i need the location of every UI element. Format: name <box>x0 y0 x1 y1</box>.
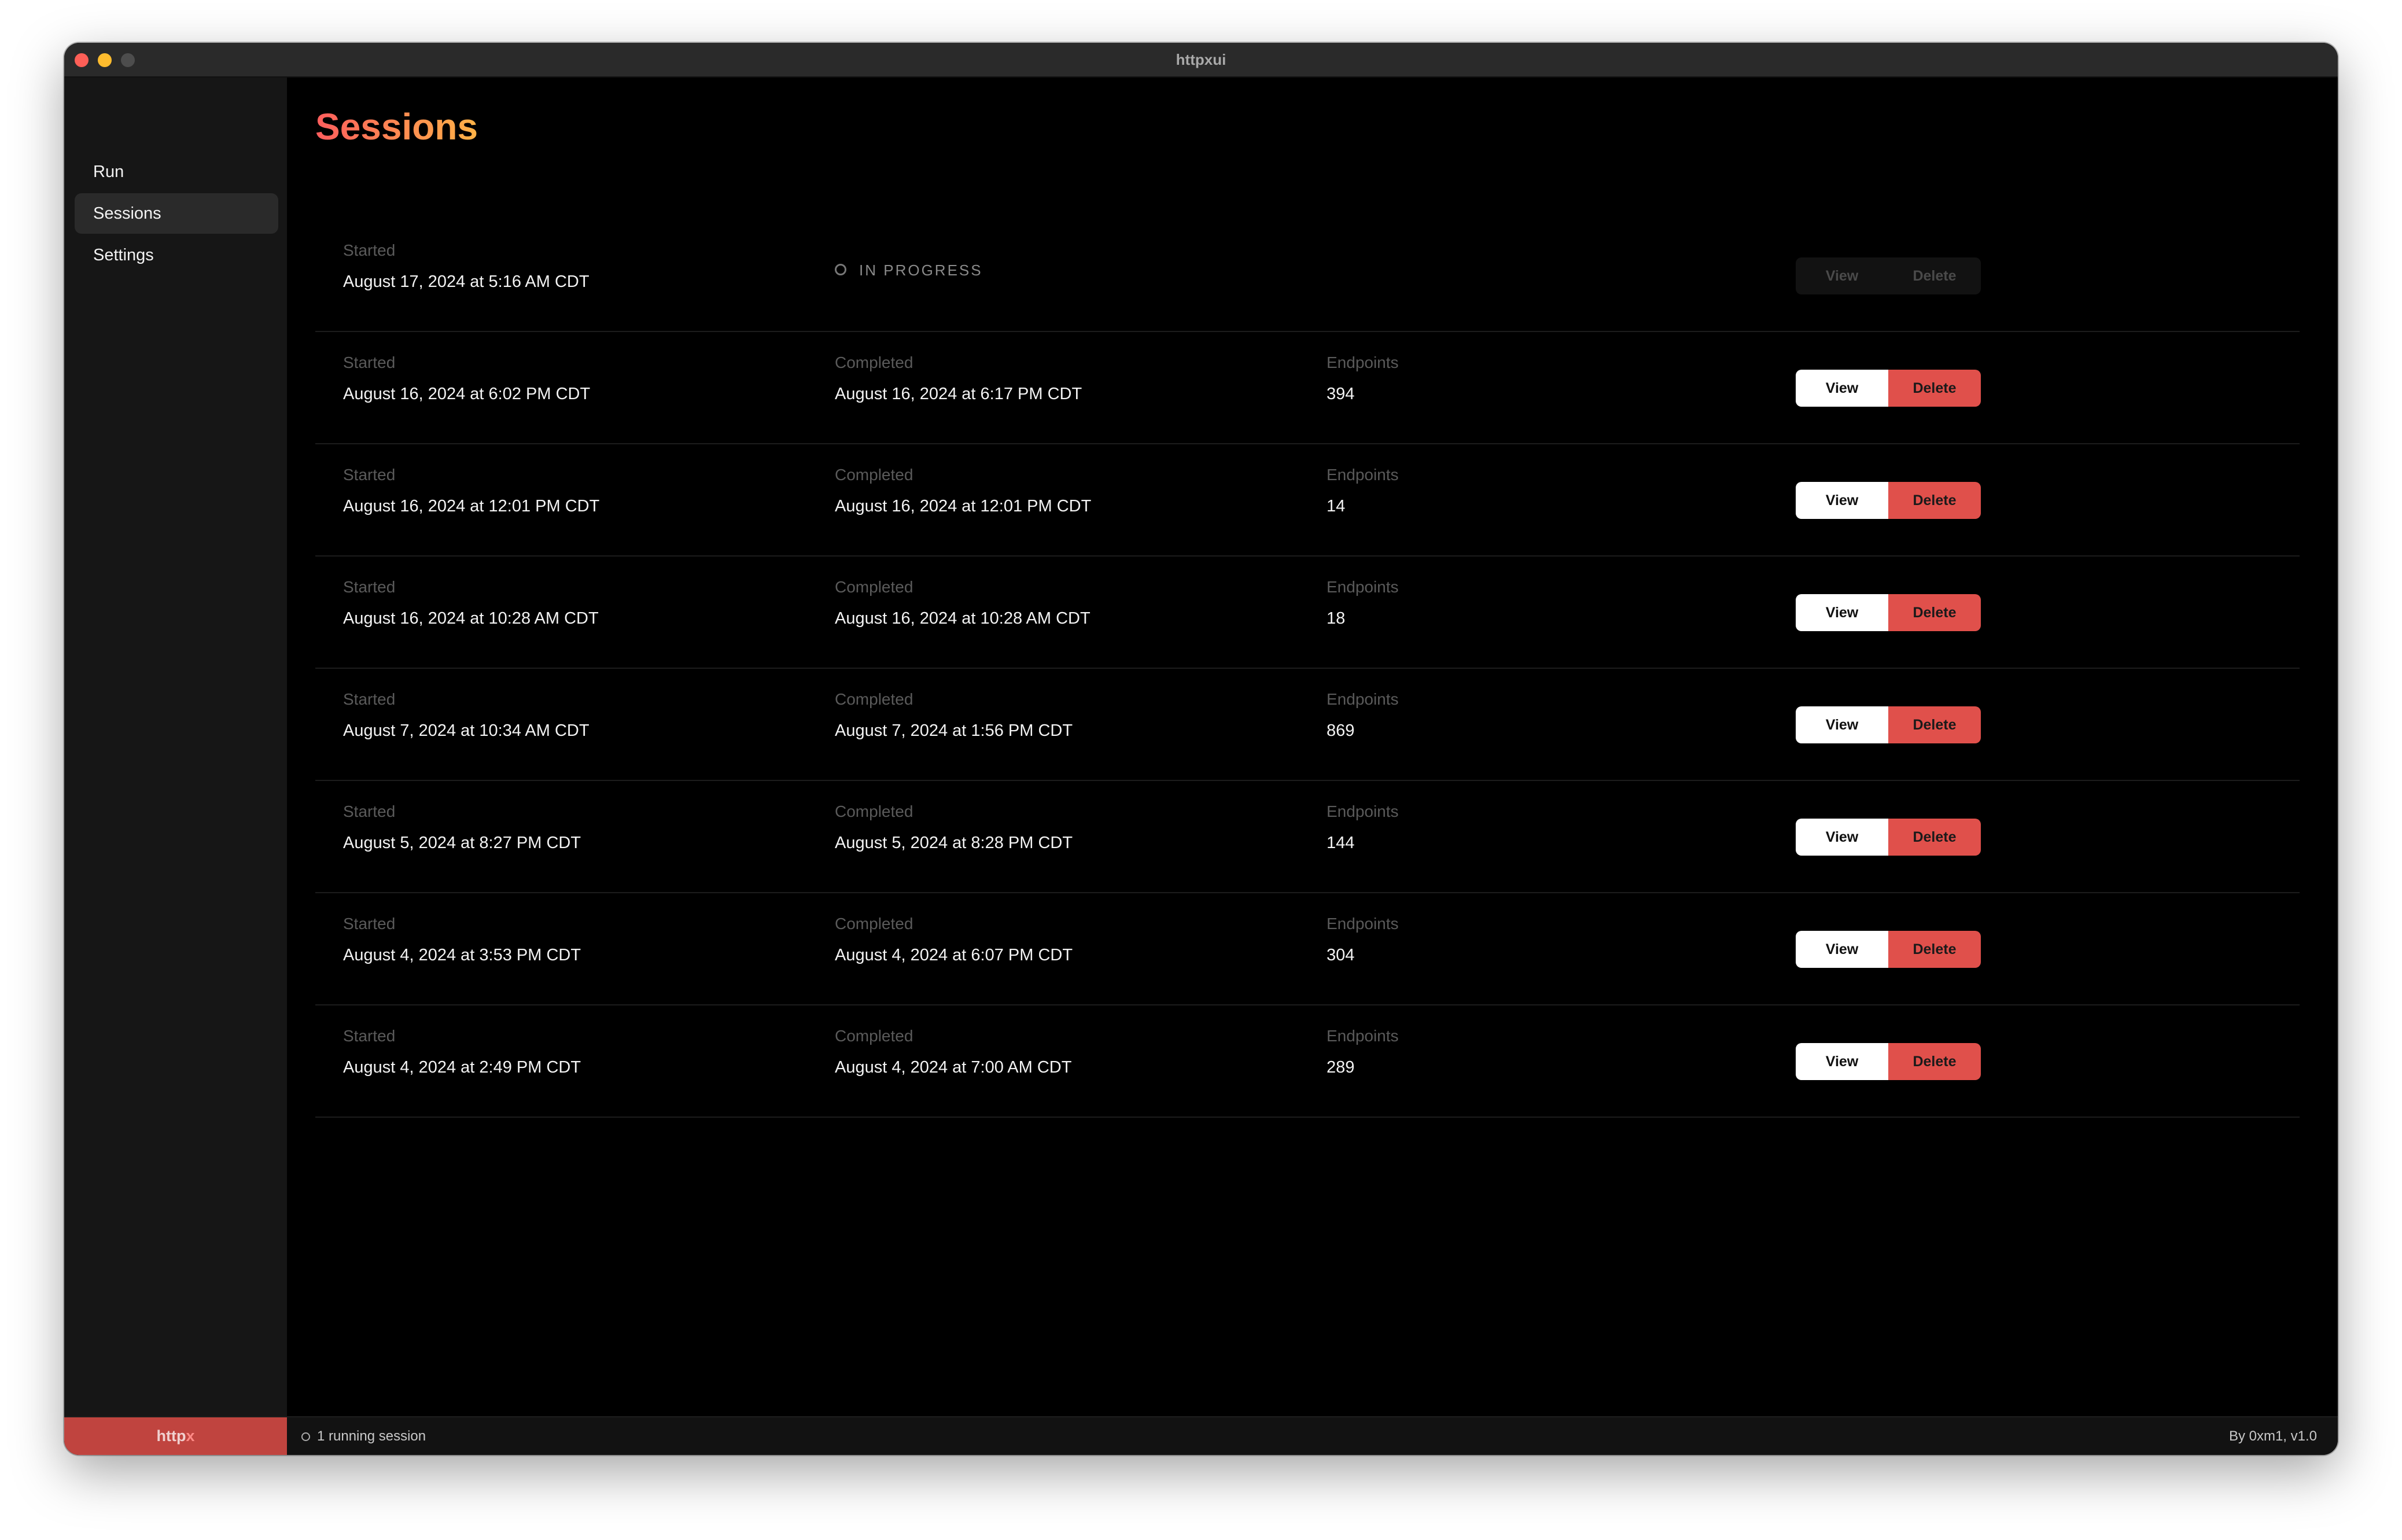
started-value: August 16, 2024 at 12:01 PM CDT <box>343 497 600 515</box>
delete-session-button: Delete <box>1888 257 1981 294</box>
window-title: httpxui <box>1176 51 1226 68</box>
started-label: Started <box>343 466 396 484</box>
sessions-panel: Sessions Started August 17, 2024 at 5:16 … <box>287 78 2338 1417</box>
session-row: Started August 4, 2024 at 2:49 PM CDT Comp… <box>315 1005 2300 1118</box>
status-bar: httpx 1 running session By 0xm1, v1.0 <box>64 1416 2338 1455</box>
endpoints-value: 289 <box>1327 1058 1355 1077</box>
endpoints-label: Endpoints <box>1327 578 1399 596</box>
endpoints-value: 144 <box>1327 834 1355 852</box>
delete-session-button[interactable]: Delete <box>1888 931 1981 968</box>
endpoints-value: 304 <box>1327 946 1355 964</box>
started-value: August 7, 2024 at 10:34 AM CDT <box>343 721 590 740</box>
sidebar-item-sessions[interactable]: Sessions <box>75 193 278 234</box>
app-window: httpxui Run Sessions Settings Sessions S… <box>64 43 2338 1455</box>
endpoints-value: 18 <box>1327 609 1346 628</box>
session-actions: View Delete <box>1796 257 1981 294</box>
view-session-button[interactable]: View <box>1796 819 1888 856</box>
sidebar-item-run[interactable]: Run <box>75 152 278 192</box>
completed-value: August 4, 2024 at 6:07 PM CDT <box>835 946 1073 964</box>
title-bar: httpxui <box>64 43 2338 78</box>
endpoints-label: Endpoints <box>1327 915 1399 933</box>
sidebar: Run Sessions Settings <box>64 78 287 1417</box>
view-session-button[interactable]: View <box>1796 931 1888 968</box>
completed-label: Completed <box>835 353 913 371</box>
endpoints-label: Endpoints <box>1327 690 1399 708</box>
session-row: Started August 7, 2024 at 10:34 AM CDT Com… <box>315 669 2300 781</box>
started-label: Started <box>343 915 396 933</box>
endpoints-label: Endpoints <box>1327 1027 1399 1045</box>
completed-label: Completed <box>835 1027 913 1045</box>
started-value: August 16, 2024 at 10:28 AM CDT <box>343 609 599 628</box>
progress-ring-icon <box>835 264 846 276</box>
started-label: Started <box>343 241 396 259</box>
version-label: By 0xm1, v1.0 <box>2228 1428 2317 1444</box>
delete-session-button[interactable]: Delete <box>1888 706 1981 743</box>
session-actions: View Delete <box>1796 370 1981 407</box>
page-title: Sessions <box>315 101 478 153</box>
completed-label: Completed <box>835 466 913 484</box>
endpoints-value: 14 <box>1327 497 1346 515</box>
started-value: August 4, 2024 at 2:49 PM CDT <box>343 1058 581 1077</box>
sidebar-item-settings[interactable]: Settings <box>75 235 278 275</box>
view-session-button[interactable]: View <box>1796 482 1888 519</box>
completed-value: August 5, 2024 at 8:28 PM CDT <box>835 834 1073 852</box>
completed-value: August 7, 2024 at 1:56 PM CDT <box>835 721 1073 740</box>
delete-session-button[interactable]: Delete <box>1888 819 1981 856</box>
delete-session-button[interactable]: Delete <box>1888 482 1981 519</box>
started-value: August 5, 2024 at 8:27 PM CDT <box>343 834 581 852</box>
brand-logo: httpx <box>64 1417 287 1455</box>
session-row: Started August 16, 2024 at 6:02 PM CDT Com… <box>315 332 2300 444</box>
session-row: Started August 16, 2024 at 10:28 AM CDT Co… <box>315 557 2300 669</box>
started-value: August 17, 2024 at 5:16 AM CDT <box>343 272 590 291</box>
started-label: Started <box>343 353 396 371</box>
delete-session-button[interactable]: Delete <box>1888 594 1981 631</box>
in-progress-indicator: IN PROGRESS <box>835 259 983 282</box>
started-value: August 4, 2024 at 3:53 PM CDT <box>343 946 581 964</box>
view-session-button: View <box>1796 257 1888 294</box>
session-actions: View Delete <box>1796 931 1981 968</box>
completed-label: Completed <box>835 802 913 820</box>
session-actions: View Delete <box>1796 819 1981 856</box>
completed-value: August 4, 2024 at 7:00 AM CDT <box>835 1058 1072 1077</box>
view-session-button[interactable]: View <box>1796 594 1888 631</box>
session-actions: View Delete <box>1796 706 1981 743</box>
completed-label: Completed <box>835 915 913 933</box>
status-ring-icon <box>301 1432 310 1441</box>
started-value: August 16, 2024 at 6:02 PM CDT <box>343 385 591 403</box>
view-session-button[interactable]: View <box>1796 370 1888 407</box>
completed-value: August 16, 2024 at 12:01 PM CDT <box>835 497 1092 515</box>
session-actions: View Delete <box>1796 1043 1981 1080</box>
session-actions: View Delete <box>1796 594 1981 631</box>
endpoints-value: 394 <box>1327 385 1355 403</box>
delete-session-button[interactable]: Delete <box>1888 1043 1981 1080</box>
started-label: Started <box>343 802 396 820</box>
endpoints-label: Endpoints <box>1327 353 1399 371</box>
endpoints-value: 869 <box>1327 721 1355 740</box>
completed-label: Completed <box>835 690 913 708</box>
endpoints-label: Endpoints <box>1327 802 1399 820</box>
session-row: Started August 5, 2024 at 8:27 PM CDT Comp… <box>315 781 2300 893</box>
session-row: Started August 16, 2024 at 12:01 PM CDT Co… <box>315 444 2300 557</box>
session-row: Started August 17, 2024 at 5:16 AM CDT IN … <box>315 220 2300 332</box>
running-sessions-status: 1 running session <box>301 1417 426 1455</box>
completed-label: Completed <box>835 578 913 596</box>
started-label: Started <box>343 690 396 708</box>
session-row: Started August 4, 2024 at 3:53 PM CDT Comp… <box>315 893 2300 1005</box>
endpoints-label: Endpoints <box>1327 466 1399 484</box>
view-session-button[interactable]: View <box>1796 706 1888 743</box>
completed-value: August 16, 2024 at 6:17 PM CDT <box>835 385 1082 403</box>
view-session-button[interactable]: View <box>1796 1043 1888 1080</box>
started-label: Started <box>343 1027 396 1045</box>
session-actions: View Delete <box>1796 482 1981 519</box>
started-label: Started <box>343 578 396 596</box>
completed-value: August 16, 2024 at 10:28 AM CDT <box>835 609 1091 628</box>
delete-session-button[interactable]: Delete <box>1888 370 1981 407</box>
